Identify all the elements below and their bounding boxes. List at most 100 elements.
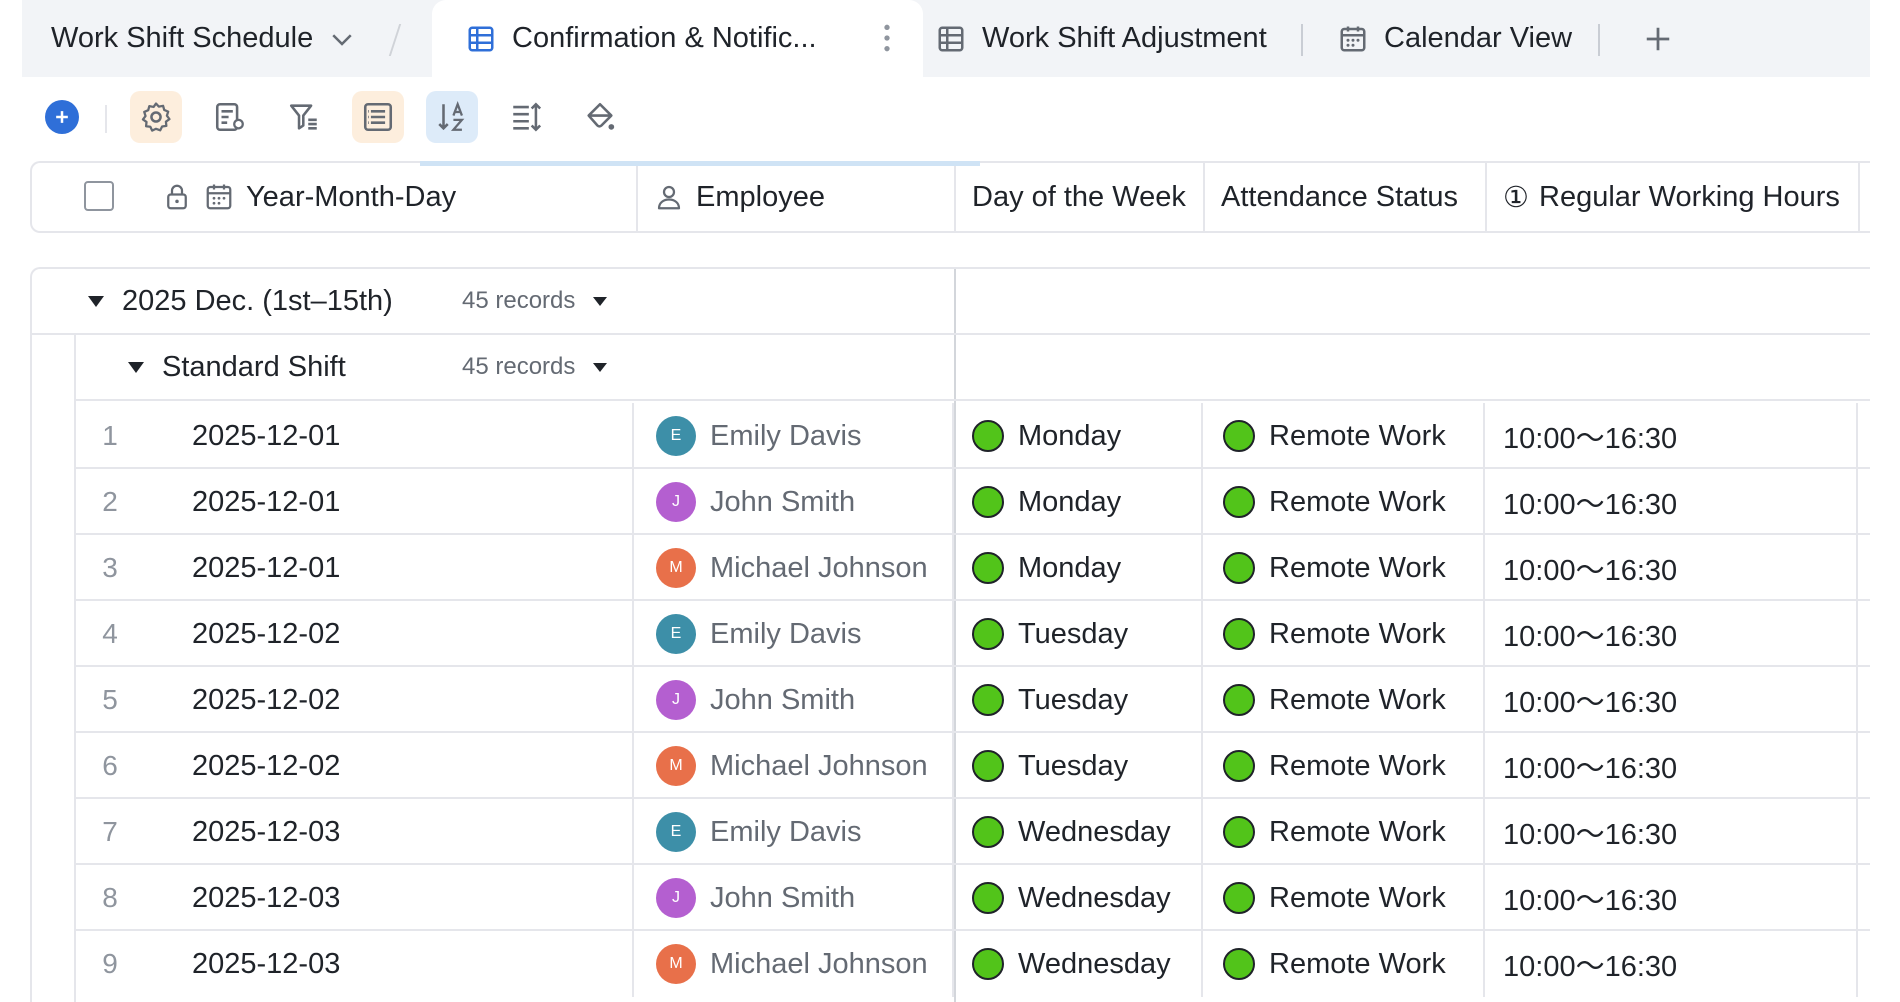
tab-label: Confirmation & Notific... [512, 22, 817, 54]
day-of-week-cell[interactable]: Tuesday [952, 733, 1128, 799]
filter-button[interactable] [278, 91, 330, 143]
sort-icon [438, 101, 465, 131]
date-cell[interactable]: 2025-12-02 [192, 601, 340, 667]
group-header-shift[interactable]: Standard Shift 45 records [74, 335, 1870, 401]
add-record-button[interactable] [36, 91, 88, 143]
grid-body: 2025 Dec. (1st–15th) 45 records Standard… [30, 267, 1870, 1002]
table-row[interactable]: 4 2025-12-02 E Emily Davis Tuesday Remot… [76, 601, 1870, 667]
table-row[interactable]: 1 2025-12-01 E Emily Davis Monday Remote… [76, 403, 1870, 469]
regular-hours-cell[interactable]: 10:00〜16:30 [1483, 535, 1856, 601]
row-number: 4 [102, 618, 118, 649]
row-edge [1856, 865, 1870, 931]
employee-cell[interactable]: E Emily Davis [632, 403, 861, 469]
fill-color-button[interactable] [574, 91, 626, 143]
view-toolbar [0, 77, 1900, 161]
column-header-employee[interactable]: Employee [636, 163, 825, 231]
day-of-week-cell[interactable]: Monday [952, 469, 1121, 535]
collapse-triangle-icon[interactable] [88, 295, 104, 307]
regular-hours-cell[interactable]: 10:00〜16:30 [1483, 931, 1856, 997]
employee-cell[interactable]: M Michael Johnson [632, 535, 928, 601]
tab-work-shift-schedule[interactable]: Work Shift Schedule [51, 0, 357, 77]
table-row[interactable]: 2 2025-12-01 J John Smith Monday Remote … [76, 469, 1870, 535]
sort-button[interactable] [426, 91, 478, 143]
day-of-week-cell[interactable]: Wednesday [952, 799, 1171, 865]
attendance-status-cell[interactable]: Remote Work [1201, 403, 1446, 469]
day-of-week-cell[interactable]: Tuesday [952, 667, 1128, 733]
date-cell[interactable]: 2025-12-02 [192, 667, 340, 733]
column-header-edge [1858, 163, 1872, 231]
select-all-checkbox[interactable] [84, 181, 114, 211]
date-cell[interactable]: 2025-12-03 [192, 865, 340, 931]
table-row[interactable]: 9 2025-12-03 M Michael Johnson Wednesday… [76, 931, 1870, 997]
regular-hours-cell[interactable]: 10:00〜16:30 [1483, 601, 1856, 667]
day-of-week-cell[interactable]: Tuesday [952, 601, 1128, 667]
attendance-status-cell[interactable]: Remote Work [1201, 733, 1446, 799]
row-number: 5 [102, 684, 118, 715]
table-row[interactable]: 8 2025-12-03 J John Smith Wednesday Remo… [76, 865, 1870, 931]
date-cell[interactable]: 2025-12-01 [192, 403, 340, 469]
attendance-status-value: Remote Work [1269, 815, 1446, 848]
attendance-status-cell[interactable]: Remote Work [1201, 535, 1446, 601]
attendance-status-cell[interactable]: Remote Work [1201, 601, 1446, 667]
table-row[interactable]: 6 2025-12-02 M Michael Johnson Tuesday R… [76, 733, 1870, 799]
status-dot-icon [972, 420, 1004, 452]
employee-cell[interactable]: E Emily Davis [632, 601, 861, 667]
employee-cell[interactable]: J John Smith [632, 469, 855, 535]
row-edge [1856, 403, 1870, 469]
avatar: J [656, 878, 696, 918]
day-of-week-cell[interactable]: Wednesday [952, 865, 1171, 931]
column-header-date[interactable]: Year-Month-Day [162, 163, 456, 231]
add-view-button[interactable] [1638, 0, 1678, 77]
day-of-week-cell[interactable]: Monday [952, 535, 1121, 601]
table-row[interactable]: 3 2025-12-01 M Michael Johnson Monday Re… [76, 535, 1870, 601]
regular-hours-cell[interactable]: 10:00〜16:30 [1483, 403, 1856, 469]
chevron-down-icon[interactable] [327, 24, 357, 54]
regular-hours-cell[interactable]: 10:00〜16:30 [1483, 667, 1856, 733]
tab-work-shift-adjustment[interactable]: Work Shift Adjustment [936, 0, 1267, 77]
employee-cell[interactable]: M Michael Johnson [632, 931, 928, 997]
attendance-status-cell[interactable]: Remote Work [1201, 799, 1446, 865]
attendance-status-cell[interactable]: Remote Work [1201, 667, 1446, 733]
attendance-status-value: Remote Work [1269, 881, 1446, 914]
group-header-period[interactable]: 2025 Dec. (1st–15th) 45 records [32, 269, 1870, 335]
regular-hours-cell[interactable]: 10:00〜16:30 [1483, 865, 1856, 931]
row-height-button[interactable] [500, 91, 552, 143]
field-settings-button[interactable] [204, 91, 256, 143]
employee-cell[interactable]: E Emily Davis [632, 799, 861, 865]
more-options-icon[interactable] [883, 22, 891, 54]
table-row[interactable]: 7 2025-12-03 E Emily Davis Wednesday Rem… [76, 799, 1870, 865]
group-button[interactable] [352, 91, 404, 143]
group-record-count[interactable]: 45 records [462, 287, 608, 315]
column-header-day-of-week[interactable]: Day of the Week [954, 163, 1186, 231]
date-cell[interactable]: 2025-12-01 [192, 535, 340, 601]
avatar: E [656, 812, 696, 852]
table-row[interactable]: 5 2025-12-02 J John Smith Tuesday Remote… [76, 667, 1870, 733]
attendance-status-cell[interactable]: Remote Work [1201, 931, 1446, 997]
day-of-week-cell[interactable]: Monday [952, 403, 1121, 469]
regular-hours-cell[interactable]: 10:00〜16:30 [1483, 799, 1856, 865]
tab-confirmation-notification[interactable]: Confirmation & Notific... [432, 0, 923, 77]
column-header-regular-hours[interactable]: ① Regular Working Hours [1485, 163, 1840, 231]
regular-hours-cell[interactable]: 10:00〜16:30 [1483, 733, 1856, 799]
tab-calendar-view[interactable]: Calendar View [1338, 0, 1572, 77]
status-dot-icon [972, 684, 1004, 716]
regular-hours-cell[interactable]: 10:00〜16:30 [1483, 469, 1856, 535]
attendance-status-cell[interactable]: Remote Work [1201, 469, 1446, 535]
date-cell[interactable]: 2025-12-01 [192, 469, 340, 535]
settings-button[interactable] [130, 91, 182, 143]
group-icon [363, 102, 393, 132]
date-cell[interactable]: 2025-12-03 [192, 931, 340, 997]
day-of-week-value: Monday [1018, 419, 1122, 452]
collapse-triangle-icon[interactable] [128, 361, 144, 373]
calendar-icon [1340, 26, 1366, 51]
group-record-count[interactable]: 45 records [462, 353, 608, 381]
group-title: 2025 Dec. (1st–15th) [122, 284, 393, 317]
employee-cell[interactable]: J John Smith [632, 865, 855, 931]
employee-cell[interactable]: M Michael Johnson [632, 733, 928, 799]
day-of-week-cell[interactable]: Wednesday [952, 931, 1171, 997]
attendance-status-cell[interactable]: Remote Work [1201, 865, 1446, 931]
employee-cell[interactable]: J John Smith [632, 667, 855, 733]
date-cell[interactable]: 2025-12-03 [192, 799, 340, 865]
column-header-attendance-status[interactable]: Attendance Status [1203, 163, 1458, 231]
date-cell[interactable]: 2025-12-02 [192, 733, 340, 799]
